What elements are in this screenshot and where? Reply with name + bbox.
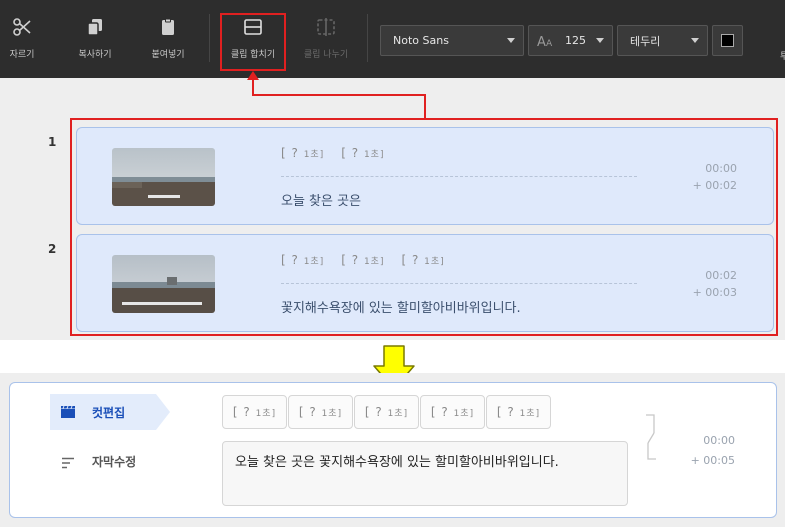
duration-marker[interactable]: [ ? 1초]: [354, 395, 419, 429]
clip-subtitle[interactable]: 꽃지해수욕장에 있는 할미할아비바위입니다.: [281, 297, 521, 316]
chevron-down-icon: [596, 38, 604, 43]
duration-marker[interactable]: [ ? 1초]: [486, 395, 551, 429]
paste-icon: [158, 0, 178, 41]
clip-subtitle[interactable]: 오늘 찾은 곳은: [281, 190, 361, 209]
merged-subtitle-input[interactable]: 오늘 찾은 곳은 꽃지해수욕장에 있는 할미할아비바위입니다.: [222, 441, 628, 506]
duration-marker[interactable]: [ ? 1초]: [281, 146, 324, 160]
text-color-picker[interactable]: [712, 25, 743, 56]
clip-start-time: 00:02: [705, 269, 737, 282]
duration-marker[interactable]: [ ? 1초]: [401, 253, 444, 267]
text-lines-icon: [61, 454, 75, 473]
font-family-select[interactable]: Noto Sans: [380, 25, 524, 56]
link-bracket-icon: [640, 413, 662, 467]
clip-row[interactable]: [ ? 1초] [ ? 1초] [ ? 1초] 꽃지해수욕장에 있는 할미할아비…: [76, 234, 774, 332]
clip-row[interactable]: [ ? 1초] [ ? 1초] 오늘 찾은 곳은 00:00 + 00:02: [76, 127, 774, 225]
merged-start-time: 00:00: [703, 434, 735, 447]
svg-text:A: A: [537, 35, 546, 48]
toolbar-cut-label: 투: [780, 52, 785, 62]
duration-marker[interactable]: [ ? 1초]: [341, 253, 384, 267]
clapperboard-icon: [60, 404, 76, 423]
cut-button[interactable]: 자르기: [4, 0, 40, 78]
duration-marker[interactable]: [ ? 1초]: [288, 395, 353, 429]
split-clip-label: 클립 나누기: [303, 50, 349, 60]
clip-thumbnail: [112, 148, 215, 206]
clip-duration: + 00:03: [692, 286, 737, 299]
divider: [281, 283, 637, 284]
paste-label: 붙여넣기: [151, 50, 185, 60]
color-swatch: [721, 34, 734, 47]
paste-button[interactable]: 붙여넣기: [143, 0, 193, 78]
split-clip-button[interactable]: 클립 나누기: [297, 0, 355, 78]
font-size-select[interactable]: A A 125: [528, 25, 613, 56]
text-style-select[interactable]: 테두리: [617, 25, 708, 56]
split-clip-icon: [316, 0, 336, 41]
cut-label: 자르기: [9, 50, 35, 60]
clip-thumbnail: [112, 255, 215, 313]
text-style-value: 테두리: [630, 34, 661, 48]
clip-duration: + 00:02: [692, 179, 737, 192]
copy-button[interactable]: 복사하기: [70, 0, 120, 78]
toolbar-divider: [367, 14, 368, 62]
duration-marker[interactable]: [ ? 1초]: [281, 253, 324, 267]
font-family-value: Noto Sans: [393, 34, 449, 47]
cut-edit-tab-pointer: [156, 394, 170, 430]
svg-text:A: A: [546, 39, 553, 48]
chevron-down-icon: [507, 38, 515, 43]
toolbar-divider: [209, 14, 210, 62]
duration-marker[interactable]: [ ? 1초]: [222, 395, 287, 429]
chevron-down-icon: [691, 38, 699, 43]
copy-icon: [85, 0, 105, 41]
clip-number: 2: [48, 242, 57, 256]
clip-number: 1: [48, 135, 57, 149]
marker-row: [ ? 1초] [ ? 1초]: [281, 146, 384, 160]
toolbar: 자르기 복사하기 붙여넣기 클립 합치기 클립 나누기 Noto Sans A …: [0, 0, 785, 78]
duration-marker[interactable]: [ ? 1초]: [420, 395, 485, 429]
subtitle-edit-label: 자막수정: [92, 455, 137, 469]
merge-button-highlight: [220, 13, 286, 71]
marker-row: [ ? 1초] [ ? 1초] [ ? 1초]: [281, 253, 445, 267]
font-size-icon: A A: [537, 34, 555, 51]
duration-marker[interactable]: [ ? 1초]: [341, 146, 384, 160]
scissors-icon: [12, 0, 32, 41]
merged-duration: + 00:05: [690, 454, 735, 467]
copy-label: 복사하기: [78, 50, 112, 60]
clip-start-time: 00:00: [705, 162, 737, 175]
cut-edit-label: 컷편집: [92, 406, 126, 420]
divider: [281, 176, 637, 177]
